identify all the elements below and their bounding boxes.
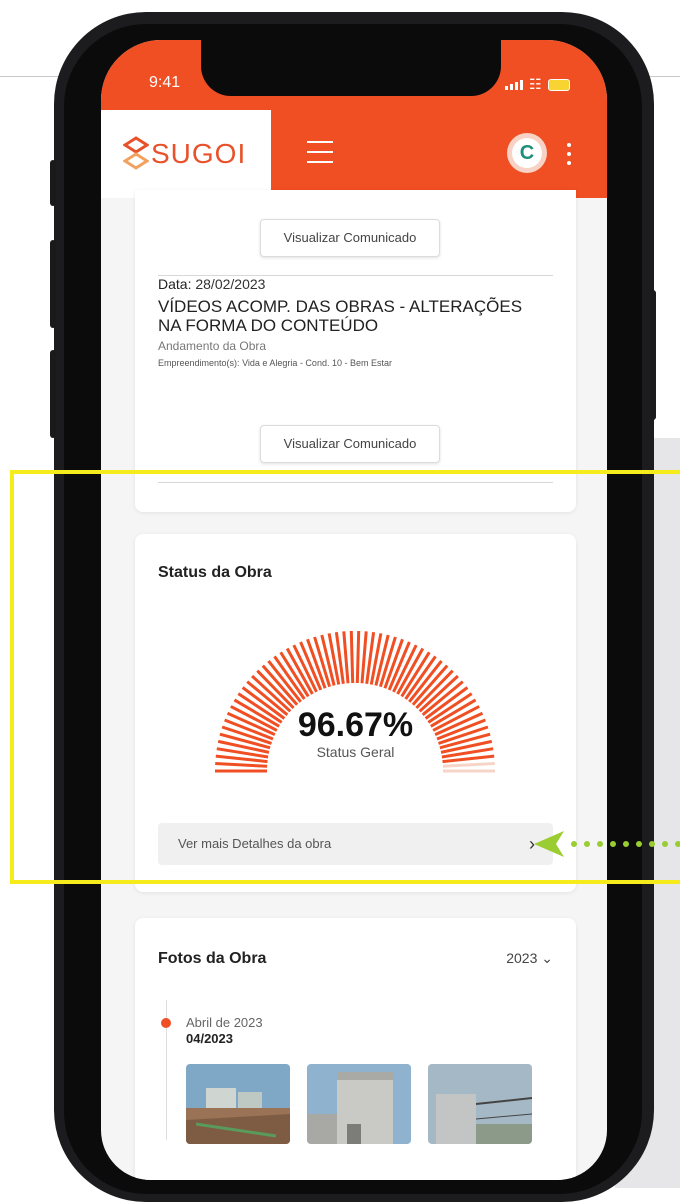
timeline-dot — [161, 1018, 171, 1028]
pointer-arrow-icon — [534, 831, 680, 857]
photos-title: Fotos da Obra — [158, 950, 267, 967]
view-announcement-button[interactable]: Visualizar Comunicado — [260, 425, 440, 463]
year-selector[interactable]: 2023 ⌄ — [506, 950, 553, 967]
date-label: Data: — [158, 276, 192, 292]
more-options-icon[interactable] — [567, 143, 571, 170]
photo-thumbnail[interactable] — [428, 1064, 532, 1144]
avatar[interactable]: C — [507, 133, 547, 173]
announcement-title: VÍDEOS ACOMP. DAS OBRAS - ALTERAÇÕES NA … — [158, 297, 523, 335]
signal-icon — [505, 79, 523, 90]
status-icons: ☷ — [505, 76, 570, 93]
mute-switch — [50, 160, 56, 206]
developments-label: Empreendimento(s): — [158, 358, 240, 368]
brand-name: SUGOI — [151, 138, 247, 169]
volume-up-button — [50, 240, 56, 328]
avatar-letter: C — [512, 138, 542, 168]
logo-icon — [123, 136, 149, 170]
menu-icon[interactable] — [307, 141, 333, 165]
date-value: 28/02/2023 — [195, 276, 266, 292]
view-announcement-button[interactable]: Visualizar Comunicado — [260, 219, 440, 257]
announcement-developments: Empreendimento(s): Vida e Alegria - Cond… — [158, 358, 392, 368]
volume-down-button — [50, 350, 56, 438]
timeline-month: Abril de 2023 — [186, 1015, 263, 1030]
photos-card: Fotos da Obra 2023 ⌄ Abril de 2023 04/20… — [135, 918, 576, 1180]
brand-logo[interactable]: SUGOI — [101, 110, 271, 198]
highlight-frame — [10, 470, 680, 884]
timeline-code: 04/2023 — [186, 1031, 233, 1046]
announcements-card: Visualizar Comunicado Data: 28/02/2023 V… — [135, 190, 576, 512]
developments-value: Vida e Alegria - Cond. 10 - Bem Estar — [242, 358, 392, 368]
announcement-category: Andamento da Obra — [158, 339, 267, 353]
announcement-date: Data: 28/02/2023 — [158, 276, 265, 292]
app-header: SUGOI C — [101, 110, 607, 198]
power-button — [650, 290, 656, 420]
wifi-icon: ☷ — [529, 76, 542, 92]
year-value: 2023 — [506, 950, 538, 966]
chevron-down-icon: ⌄ — [541, 950, 553, 966]
battery-icon — [547, 78, 570, 91]
phone-notch — [201, 40, 501, 96]
photo-thumbnail[interactable] — [307, 1064, 411, 1144]
status-time: 9:41 — [149, 74, 181, 91]
photo-thumbnail[interactable] — [186, 1064, 290, 1144]
